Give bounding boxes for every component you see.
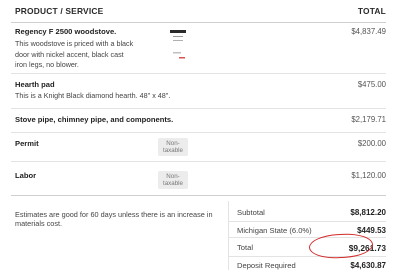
- non-taxable-badge: Non-taxable: [158, 138, 188, 156]
- table-header: PRODUCT / SERVICE TOTAL: [11, 0, 386, 23]
- item-name: Hearth pad: [15, 80, 55, 89]
- non-taxable-badge: Non-taxable: [158, 171, 188, 189]
- item-description-line: door with nickel accent, black cast: [15, 49, 124, 59]
- item-price: $2,179.71: [351, 115, 386, 124]
- item-price: $4,837.49: [351, 27, 386, 36]
- line-item-woodstove[interactable]: Regency F 2500 woodstove. This woodstove…: [11, 23, 386, 74]
- tax-value: $449.53: [357, 226, 386, 235]
- total-header: TOTAL: [357, 6, 386, 16]
- item-name: Permit: [15, 139, 39, 148]
- item-description-line: iron legs, no blower.: [15, 60, 79, 69]
- deposit-row: Deposit Required $4,630.87: [229, 257, 386, 270]
- line-item-permit[interactable]: Permit Non-taxable $200.00: [11, 133, 386, 162]
- deposit-label: Deposit Required: [237, 261, 296, 270]
- total-label: Total: [237, 243, 254, 252]
- item-name: Regency F 2500 woodstove.: [15, 27, 117, 36]
- item-price: $475.00: [357, 80, 386, 89]
- item-name: Stove pipe, chimney pipe, and components…: [15, 115, 174, 124]
- item-name: Labor: [15, 171, 37, 180]
- deposit-value: $4,630.87: [350, 261, 386, 270]
- woodstove-thumbnail-icon[interactable]: [169, 28, 187, 62]
- subtotal-row: Subtotal $8,812.20: [229, 201, 386, 222]
- product-service-header: PRODUCT / SERVICE: [15, 6, 104, 16]
- subtotal-label: Subtotal: [237, 208, 265, 217]
- item-description-line: This is a Knight Black diamond hearth. 4…: [15, 91, 171, 100]
- line-item-stove-pipe[interactable]: Stove pipe, chimney pipe, and components…: [11, 109, 386, 133]
- item-price: $1,120.00: [351, 171, 386, 180]
- line-item-labor[interactable]: Labor Non-taxable $1,120.00: [11, 162, 386, 196]
- estimate-note: Estimates are good for 60 days unless th…: [15, 210, 213, 229]
- item-price: $200.00: [357, 139, 386, 148]
- tax-label: Michigan State (6.0%): [237, 226, 312, 235]
- line-item-hearth-pad[interactable]: Hearth pad This is a Knight Black diamon…: [11, 74, 386, 109]
- subtotal-value: $8,812.20: [350, 208, 386, 217]
- item-description-line: This woodstove is priced with a black: [15, 39, 134, 48]
